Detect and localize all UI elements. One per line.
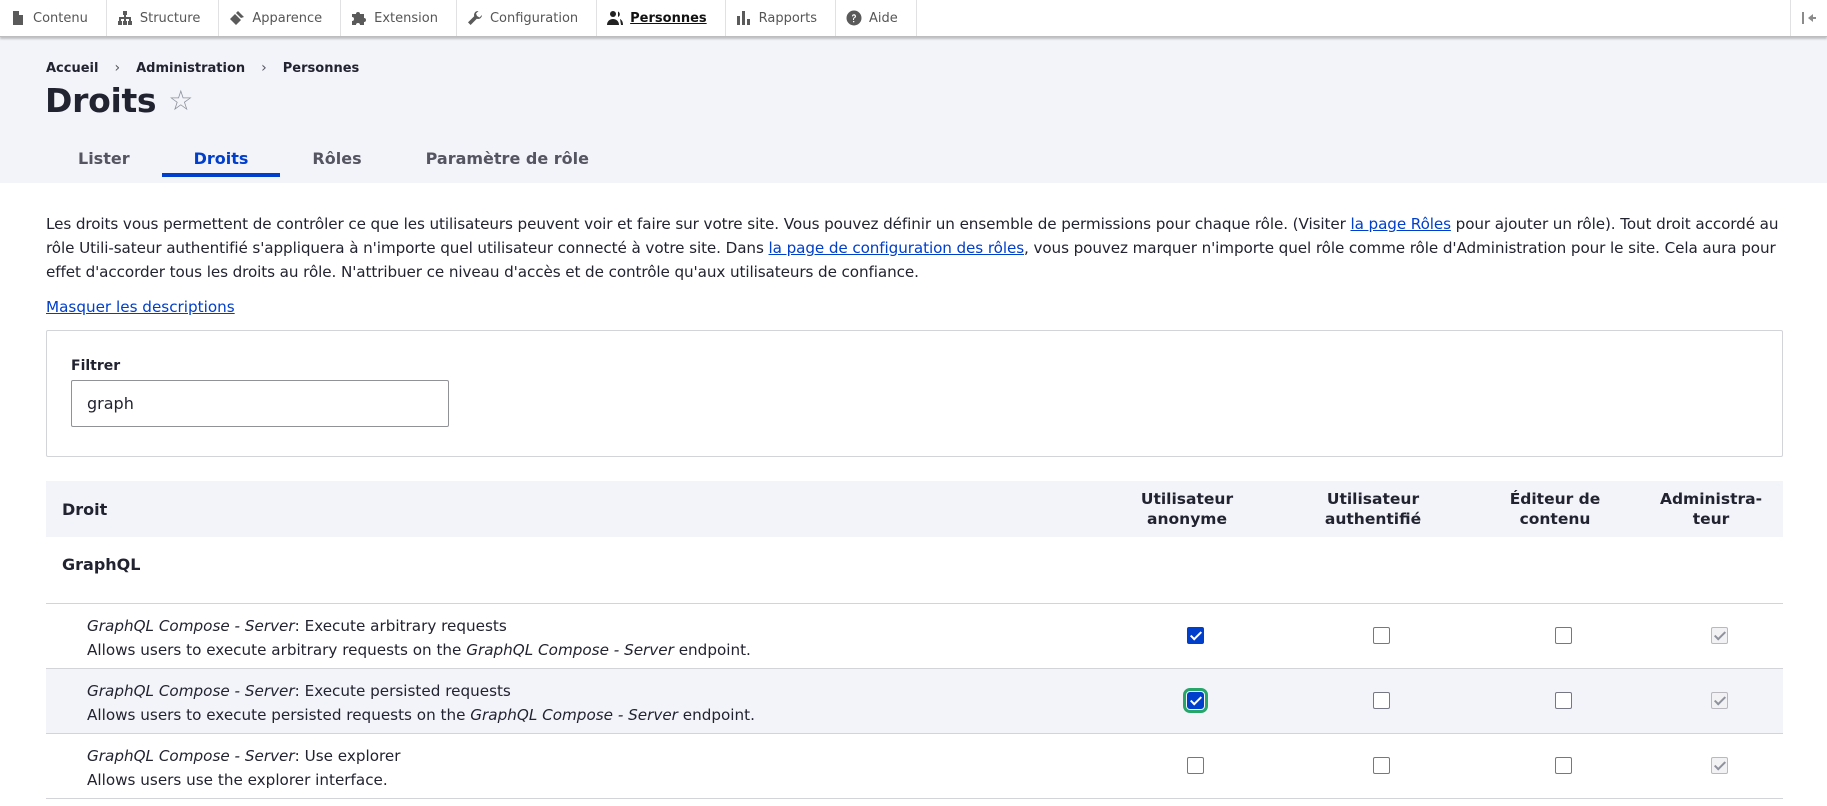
- roles-page-link[interactable]: la page Rôles: [1350, 215, 1451, 233]
- breadcrumb-item-personnes[interactable]: Personnes: [283, 61, 360, 76]
- permission-row-persisted: GraphQL Compose - Server: Execute persis…: [46, 669, 1783, 734]
- permission-module-name: GraphQL Compose - Server: [87, 682, 295, 700]
- column-header-line: Utilisateur: [1326, 490, 1420, 508]
- column-header-anonymous: Utilisateur anonyme: [1117, 489, 1257, 529]
- toolbar-item-aide[interactable]: Aide: [836, 0, 917, 36]
- permission-title: : Execute persisted requests: [294, 682, 511, 700]
- tab-roles[interactable]: Rôles: [280, 140, 393, 176]
- module-group-row: GraphQL: [46, 537, 1783, 604]
- permission-text: GraphQL Compose - Server: Use explorer A…: [87, 744, 401, 792]
- column-header-line: teur: [1692, 510, 1730, 528]
- column-header-line: Éditeur de: [1509, 490, 1601, 508]
- help-icon: [846, 10, 862, 26]
- intro-text: Les droits vous permettent de contrôler …: [46, 212, 1783, 284]
- intro-text-part: Les droits vous permettent de contrôler …: [46, 215, 1351, 233]
- checkbox-anonymous-persisted[interactable]: [1183, 688, 1208, 713]
- permission-row-arbitrary: GraphQL Compose - Server: Execute arbitr…: [46, 604, 1783, 669]
- brush-icon: [230, 11, 245, 25]
- tab-parametre-de-role[interactable]: Paramètre de rôle: [394, 140, 621, 176]
- collapse-left-icon: [1802, 12, 1816, 24]
- permission-description: Allows users to execute arbitrary reques…: [87, 641, 467, 659]
- toolbar-item-rapports[interactable]: Rapports: [726, 0, 837, 36]
- toolbar-item-configuration[interactable]: Configuration: [457, 0, 598, 36]
- permission-title: : Use explorer: [294, 747, 401, 765]
- hide-descriptions-link[interactable]: Masquer les descriptions: [46, 298, 235, 316]
- column-header-droit: Droit: [62, 499, 108, 519]
- page-header: Accueil › Administration › Personnes Dro…: [0, 36, 1827, 183]
- permission-title: : Execute arbitrary requests: [294, 617, 507, 635]
- checkbox-authenticated-persisted[interactable]: [1373, 692, 1390, 709]
- tab-bar: Lister Droits Rôles Paramètre de rôle: [46, 140, 621, 183]
- toolbar-item-apparence[interactable]: Apparence: [219, 0, 342, 36]
- toolbar-item-extension[interactable]: Extension: [341, 0, 457, 36]
- breadcrumb: Accueil › Administration › Personnes: [46, 60, 359, 76]
- collapse-toolbar-button[interactable]: [1790, 0, 1827, 36]
- permission-description-endpoint: GraphQL Compose - Server: [466, 641, 674, 659]
- star-icon[interactable]: ☆: [168, 86, 193, 115]
- permission-description-end: endpoint.: [673, 641, 751, 659]
- puzzle-icon: [352, 12, 367, 25]
- checkbox-editor-persisted[interactable]: [1555, 692, 1572, 709]
- breadcrumb-separator: ›: [261, 60, 267, 76]
- checkbox-administrator-persisted: [1711, 692, 1728, 709]
- toolbar-label: Aide: [869, 10, 898, 26]
- checkbox-administrator-explorer: [1711, 757, 1728, 774]
- toolbar-item-structure[interactable]: Structure: [107, 0, 220, 36]
- column-header-line: contenu: [1519, 510, 1591, 528]
- permission-description-end: endpoint.: [677, 706, 755, 724]
- module-group-label: GraphQL: [62, 555, 141, 574]
- permissions-table: Droit Utilisateur anonyme Utilisateur auth…: [46, 481, 1783, 799]
- toolbar-item-contenu[interactable]: Contenu: [0, 0, 107, 36]
- column-header-line: anonyme: [1147, 510, 1227, 528]
- permission-row-explorer: GraphQL Compose - Server: Use explorer A…: [46, 734, 1783, 799]
- checkbox-authenticated-arbitrary[interactable]: [1373, 627, 1390, 644]
- toolbar-label: Configuration: [489, 10, 579, 26]
- intro-section: Les droits vous permettent de contrôler …: [46, 212, 1783, 284]
- people-icon: [607, 11, 624, 25]
- column-header-line: Utilisateur: [1140, 490, 1234, 508]
- permission-text: GraphQL Compose - Server: Execute persis…: [87, 679, 755, 727]
- toolbar-label: Extension: [374, 10, 438, 26]
- table-header: Droit Utilisateur anonyme Utilisateur auth…: [46, 481, 1783, 537]
- permission-description: Allows users to execute persisted reques…: [87, 706, 471, 724]
- checkbox-anonymous-explorer[interactable]: [1187, 757, 1204, 774]
- checkbox-administrator-arbitrary: [1711, 627, 1728, 644]
- role-config-link[interactable]: la page de configuration des rôles: [769, 239, 1025, 257]
- breadcrumb-item-accueil[interactable]: Accueil: [46, 61, 98, 76]
- toolbar-label: Structure: [139, 10, 201, 26]
- tab-lister[interactable]: Lister: [46, 140, 162, 176]
- admin-toolbar: Contenu Structure Apparence Extension Co…: [0, 0, 1827, 37]
- breadcrumb-separator: ›: [114, 60, 121, 76]
- checkbox-editor-explorer[interactable]: [1555, 757, 1572, 774]
- column-header-authenticated: Utilisateur authentifié: [1303, 489, 1443, 529]
- permission-module-name: GraphQL Compose - Server: [87, 617, 295, 635]
- checkbox-anonymous-arbitrary[interactable]: [1187, 627, 1204, 644]
- column-header-administrator: Administra-teur: [1641, 489, 1781, 529]
- permission-module-name: GraphQL Compose - Server: [87, 747, 295, 765]
- wrench-icon: [467, 11, 482, 25]
- toolbar-label: Contenu: [33, 10, 88, 26]
- filter-input[interactable]: [71, 380, 449, 427]
- permission-text: GraphQL Compose - Server: Execute arbitr…: [87, 614, 751, 662]
- checkbox-editor-arbitrary[interactable]: [1555, 627, 1572, 644]
- tab-droits[interactable]: Droits: [161, 140, 281, 177]
- page-title: Droits: [45, 81, 157, 120]
- filter-label: Filtrer: [71, 358, 121, 374]
- filter-fieldset: Filtrer: [46, 330, 1783, 457]
- permission-description-endpoint: GraphQL Compose - Server: [470, 706, 678, 724]
- column-header-line: authentifié: [1324, 510, 1422, 528]
- permission-description: Allows users use the explorer interface.: [87, 771, 388, 789]
- toolbar-item-personnes[interactable]: Personnes: [597, 0, 726, 36]
- toolbar-label: Rapports: [758, 10, 818, 26]
- toolbar-label: Personnes: [630, 10, 707, 26]
- sitemap-icon: [117, 11, 132, 25]
- breadcrumb-item-administration[interactable]: Administration: [136, 61, 245, 76]
- file-icon: [13, 11, 23, 25]
- column-header-line: Administra-: [1659, 490, 1763, 508]
- checkbox-authenticated-explorer[interactable]: [1373, 757, 1390, 774]
- toolbar-label: Apparence: [252, 10, 323, 26]
- column-header-content-editor: Éditeur de contenu: [1485, 489, 1625, 529]
- chart-icon: [736, 11, 750, 25]
